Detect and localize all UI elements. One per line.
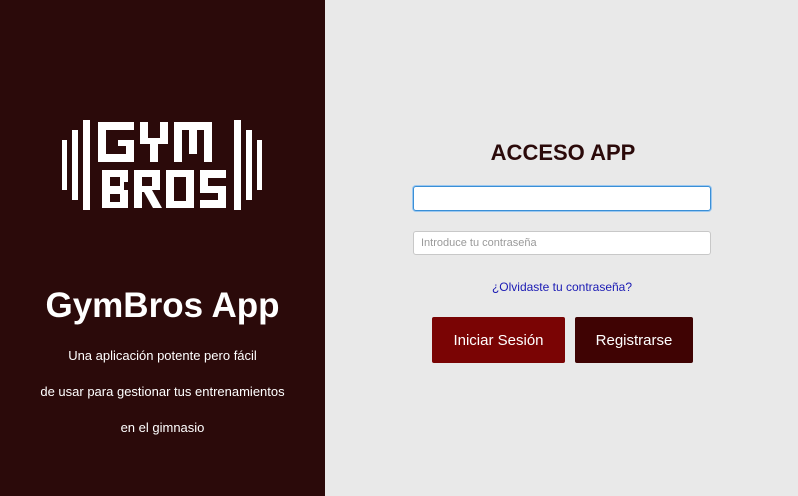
login-button[interactable]: Iniciar Sesión (432, 317, 565, 363)
gymbros-logo (62, 120, 262, 210)
brand-panel: GymBros App Una aplicación potente pero … (0, 0, 325, 496)
password-input[interactable] (413, 231, 711, 255)
app-description-line-2: de usar para gestionar tus entrenamiento… (40, 384, 285, 399)
login-title: ACCESO APP (490, 140, 636, 165)
login-panel: ACCESO APP ¿Olvidaste tu contraseña? Ini… (325, 0, 798, 496)
forgot-password-link[interactable]: ¿Olvidaste tu contraseña? (413, 280, 711, 294)
username-input[interactable] (413, 186, 711, 211)
app-description-line-1: Una aplicación potente pero fácil (68, 348, 257, 363)
app-title: GymBros App (45, 286, 280, 325)
register-button[interactable]: Registrarse (575, 317, 693, 363)
app-description-line-3: en el gimnasio (120, 420, 205, 435)
